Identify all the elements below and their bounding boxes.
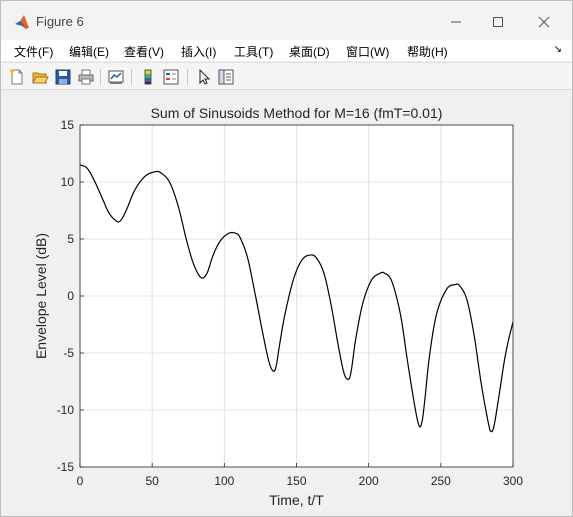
x-tick-label: 200 (359, 474, 379, 488)
menu-tools[interactable]: 工具(T) (234, 43, 273, 60)
menu-insert[interactable]: 插入(I) (181, 43, 216, 60)
y-tick-label: 0 (67, 289, 74, 303)
minimize-icon (451, 21, 461, 23)
y-axis-label: Envelope Level (dB) (33, 233, 49, 359)
x-tick-label: 250 (431, 474, 451, 488)
menu-edit[interactable]: 编辑(E) (69, 43, 109, 60)
figure-window: Figure 6 文件(F) 编辑(E) 查看(V) 插入(I) 工具(T) 桌… (0, 0, 573, 517)
y-tick-label: -15 (57, 460, 75, 474)
menu-desktop[interactable]: 桌面(D) (289, 43, 330, 60)
toolbar-separator (100, 69, 101, 85)
close-icon (538, 16, 550, 28)
save-icon[interactable] (54, 68, 72, 86)
x-tick-label: 300 (503, 474, 523, 488)
maximize-icon (493, 17, 503, 27)
toolbar-separator (187, 69, 188, 85)
y-tick-label: 10 (61, 175, 75, 189)
menu-view[interactable]: 查看(V) (124, 43, 164, 60)
minimize-button[interactable] (442, 9, 470, 35)
menu-window[interactable]: 窗口(W) (346, 43, 389, 60)
toolbar-separator (131, 69, 132, 85)
y-tick-label: -5 (63, 346, 74, 360)
y-tick-label: 15 (61, 118, 75, 132)
toolbar (1, 62, 572, 90)
y-tick-label: -10 (57, 403, 75, 417)
x-tick-label: 50 (145, 474, 159, 488)
colorbar-icon[interactable] (139, 68, 157, 86)
print-icon[interactable] (77, 68, 95, 86)
close-button[interactable] (530, 9, 558, 35)
plot-svg: 0 50 100 150 200 250 300151050-5-10-15 Sum of … (33, 105, 523, 508)
chart-title: Sum of Sinusoids Method for M=16 (fmT=0.… (151, 105, 443, 121)
x-axis-label: Time, t/T (269, 492, 324, 508)
y-tick-label: 5 (67, 232, 74, 246)
x-tick-label: 100 (214, 474, 234, 488)
x-tick-label: 0 (77, 474, 84, 488)
menu-overflow-icon[interactable]: ↘ (554, 44, 562, 55)
maximize-button[interactable] (484, 9, 512, 35)
title-bar[interactable]: Figure 6 (1, 1, 572, 41)
x-tick-label: 150 (286, 474, 306, 488)
link-plot-icon[interactable] (107, 68, 125, 86)
property-editor-icon[interactable] (217, 68, 235, 86)
new-figure-icon[interactable] (8, 68, 26, 86)
legend-icon[interactable] (162, 68, 180, 86)
menu-help[interactable]: 帮助(H) (407, 43, 448, 60)
open-file-icon[interactable] (31, 68, 49, 86)
pointer-icon[interactable] (195, 68, 213, 86)
figure-canvas: 0 50 100 150 200 250 300 15 10 5 0 -5 -10 -15 Sum of … (6, 92, 569, 514)
matlab-icon (15, 15, 29, 29)
menu-file[interactable]: 文件(F) (14, 43, 53, 60)
menu-bar: 文件(F) 编辑(E) 查看(V) 插入(I) 工具(T) 桌面(D) 窗口(W… (1, 40, 572, 61)
window-title: Figure 6 (36, 14, 84, 29)
